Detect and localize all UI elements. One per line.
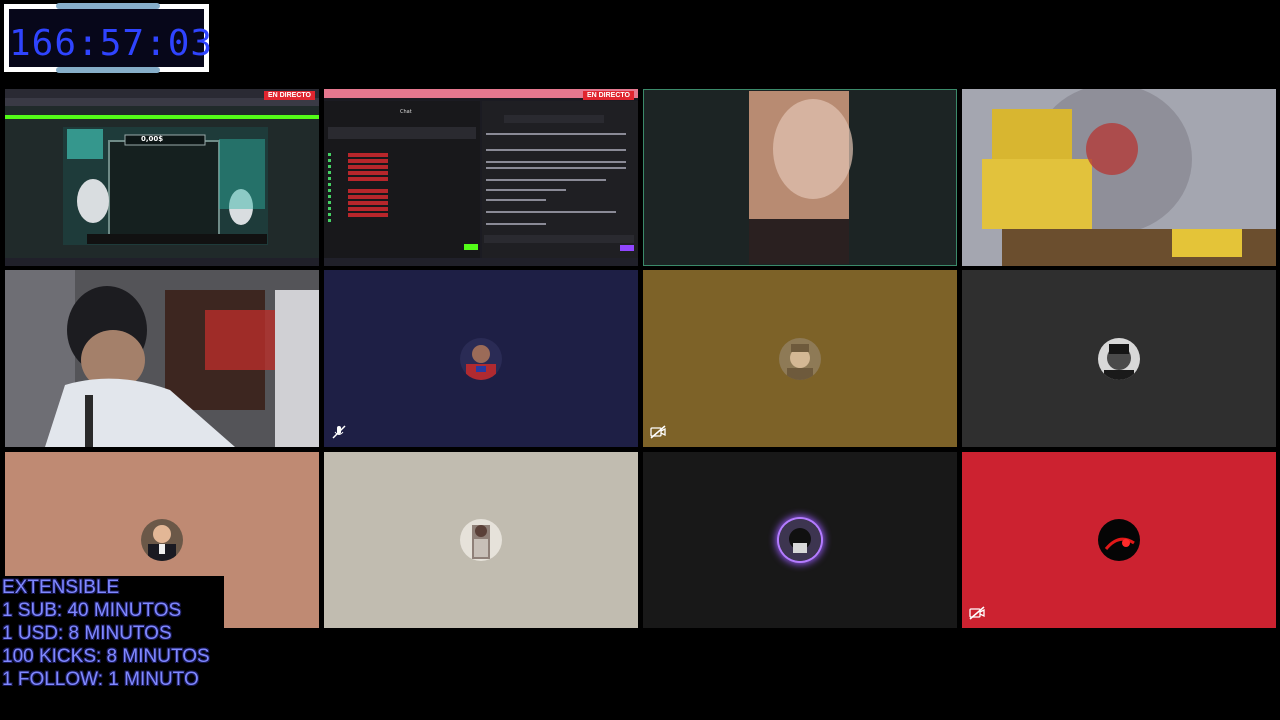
subathon-rules: EXTENSIBLE 1 SUB: 40 MINUTOS 1 USD: 8 MI…: [0, 576, 224, 696]
chat-screen: [324, 101, 638, 266]
slot-balance: 0,00$: [141, 135, 164, 143]
rules-title: EXTENSIBLE: [2, 577, 120, 598]
timer-value: 166:57:03: [9, 23, 214, 64]
rule-sub: 1 SUB: 40 MINUTOS: [2, 600, 182, 621]
participant-tile-camera-5[interactable]: [5, 270, 319, 447]
participant-tile-6[interactable]: [324, 270, 638, 447]
microphone-muted-icon: [331, 424, 347, 440]
participant-tile-camera-4[interactable]: [962, 89, 1276, 266]
participant-tile-12[interactable]: [962, 452, 1276, 628]
participant-avatar: [460, 337, 502, 380]
participant-avatar: [141, 519, 183, 561]
camera-feed: [749, 91, 853, 264]
participant-tile-7[interactable]: [643, 270, 957, 447]
timer-decoration-top: [56, 3, 160, 9]
camera-off-icon: [650, 424, 666, 440]
participant-avatar-speaking: [779, 519, 821, 561]
camera-feed: [5, 270, 319, 447]
rule-kicks: 100 KICKS: 8 MINUTOS: [2, 646, 210, 667]
participant-tile-screen-chat[interactable]: EN DIRECTO Chat: [324, 89, 638, 266]
participant-tile-camera-3[interactable]: [643, 89, 957, 266]
countdown-timer: 166:57:03: [4, 3, 214, 73]
participant-tile-8[interactable]: [962, 270, 1276, 447]
participant-tile-screen-game[interactable]: EN DIRECTO 0,00$: [5, 89, 319, 266]
rule-follow: 1 FOLLOW: 1 MINUTO: [2, 669, 199, 690]
camera-feed: [962, 89, 1276, 266]
rule-usd: 1 USD: 8 MINUTOS: [2, 623, 172, 644]
timer-decoration-bottom: [56, 67, 160, 73]
timer-display: 166:57:03: [9, 9, 214, 67]
camera-off-icon: [969, 605, 985, 621]
participant-avatar: [1098, 337, 1140, 380]
slot-game-screen: [5, 127, 319, 266]
participant-tile-11[interactable]: [643, 452, 957, 628]
participant-avatar: [460, 519, 502, 561]
participant-avatar: [1098, 519, 1140, 561]
chat-title: Chat: [400, 109, 412, 115]
participant-tile-10[interactable]: [324, 452, 638, 628]
participant-avatar: [779, 337, 821, 380]
